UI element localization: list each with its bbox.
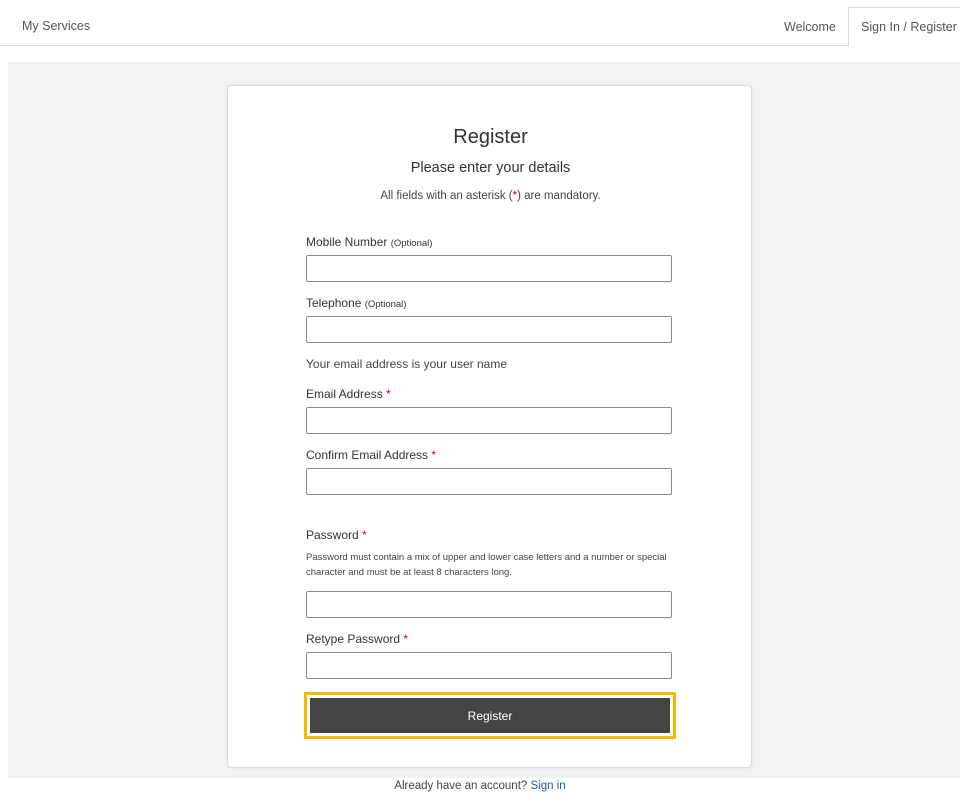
- register-button[interactable]: Register: [310, 698, 670, 733]
- email-username-note: Your email address is your user name: [306, 357, 507, 371]
- nav-signin-register-tab[interactable]: Sign In / Register: [848, 7, 960, 47]
- password-requirements-hint: Password must contain a mix of upper and…: [306, 552, 667, 578]
- required-asterisk: *: [403, 632, 409, 646]
- signin-link[interactable]: Sign in: [531, 780, 566, 792]
- mandatory-note: All fields with an asterisk (*) are mand…: [228, 190, 753, 202]
- brand-link[interactable]: My Services: [22, 19, 90, 33]
- retype-password-label: Retype Password *: [306, 632, 408, 646]
- signin-prompt-text: Already have an account?: [394, 780, 528, 792]
- mandatory-note-suffix: ) are mandatory.: [517, 190, 601, 202]
- mobile-number-input[interactable]: [306, 255, 672, 282]
- required-asterisk: *: [362, 528, 367, 542]
- retype-password-label-text: Retype Password: [306, 632, 401, 646]
- telephone-label-text: Telephone: [306, 296, 362, 310]
- mobile-number-label-text: Mobile Number: [306, 235, 388, 249]
- password-label: Password *: [306, 528, 367, 542]
- confirm-email-label: Confirm Email Address *: [306, 448, 436, 462]
- top-navbar: My Services Welcome Sign In / Register: [0, 0, 960, 47]
- optional-tag: (Optional): [390, 238, 433, 249]
- retype-password-input[interactable]: [306, 652, 672, 679]
- mobile-number-label: Mobile Number (Optional): [306, 235, 432, 249]
- page-title: Register: [453, 126, 528, 148]
- required-asterisk: *: [386, 387, 391, 401]
- email-address-label: Email Address *: [306, 387, 391, 401]
- email-address-label-text: Email Address: [306, 387, 383, 401]
- telephone-label: Telephone (Optional): [306, 296, 406, 310]
- password-label-text: Password: [306, 528, 359, 542]
- register-button-focus-ring: Register: [304, 692, 676, 739]
- register-card: Register Please enter your details All f…: [227, 85, 752, 768]
- confirm-email-label-text: Confirm Email Address: [306, 448, 429, 462]
- mandatory-note-prefix: All fields with an asterisk (: [380, 190, 513, 202]
- signin-prompt: Already have an account? Sign in: [0, 780, 960, 792]
- confirm-email-input[interactable]: [306, 468, 672, 495]
- email-address-input[interactable]: [306, 407, 672, 434]
- page-subtitle: Please enter your details: [410, 160, 571, 176]
- nav-welcome-link[interactable]: Welcome: [784, 20, 836, 34]
- telephone-input[interactable]: [306, 316, 672, 343]
- optional-tag: (Optional): [364, 299, 407, 310]
- required-asterisk: *: [431, 448, 437, 462]
- password-input[interactable]: [306, 591, 672, 618]
